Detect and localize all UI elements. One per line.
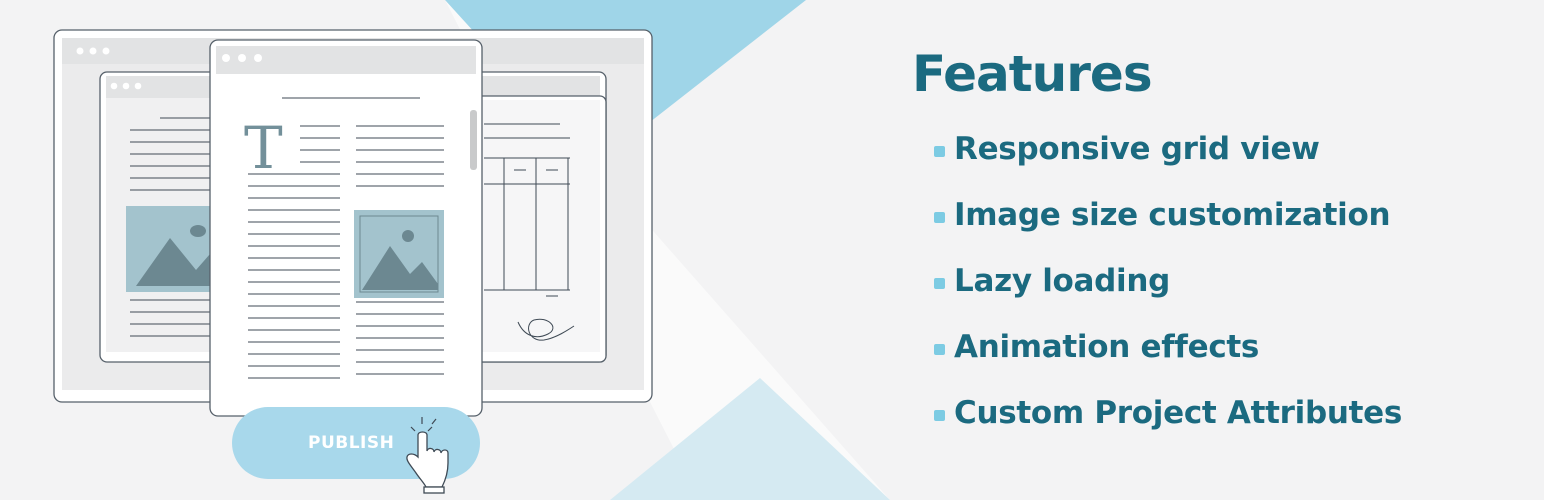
pointer-hand-icon bbox=[406, 417, 449, 494]
feature-item-responsive-grid: Responsive grid view bbox=[912, 132, 1512, 198]
bullet-icon bbox=[934, 212, 945, 223]
feature-label: Lazy loading bbox=[954, 263, 1171, 299]
bullet-icon bbox=[934, 146, 945, 157]
features-list: Responsive grid view Image size customiz… bbox=[912, 132, 1512, 462]
scrollbar bbox=[470, 110, 477, 170]
feature-label: Animation effects bbox=[954, 329, 1260, 365]
publish-label: PUBLISH bbox=[308, 433, 395, 453]
browser-window-front: T bbox=[209, 39, 483, 417]
document-letter: T bbox=[244, 114, 283, 182]
browser-window-right bbox=[467, 95, 607, 363]
features-panel: Features Responsive grid view Image size… bbox=[912, 44, 1512, 462]
feature-item-lazy-loading: Lazy loading bbox=[912, 264, 1512, 330]
bullet-icon bbox=[934, 410, 945, 421]
bullet-icon bbox=[934, 278, 945, 289]
feature-label: Responsive grid view bbox=[954, 131, 1320, 167]
bullet-icon bbox=[934, 344, 945, 355]
feature-item-animation-effects: Animation effects bbox=[912, 330, 1512, 396]
feature-label: Custom Project Attributes bbox=[954, 395, 1403, 431]
feature-label: Image size customization bbox=[954, 197, 1391, 233]
feature-item-custom-attributes: Custom Project Attributes bbox=[912, 396, 1512, 462]
feature-item-image-size: Image size customization bbox=[912, 198, 1512, 264]
publish-button[interactable]: PUBLISH bbox=[232, 407, 480, 494]
features-title: Features bbox=[912, 45, 1153, 103]
